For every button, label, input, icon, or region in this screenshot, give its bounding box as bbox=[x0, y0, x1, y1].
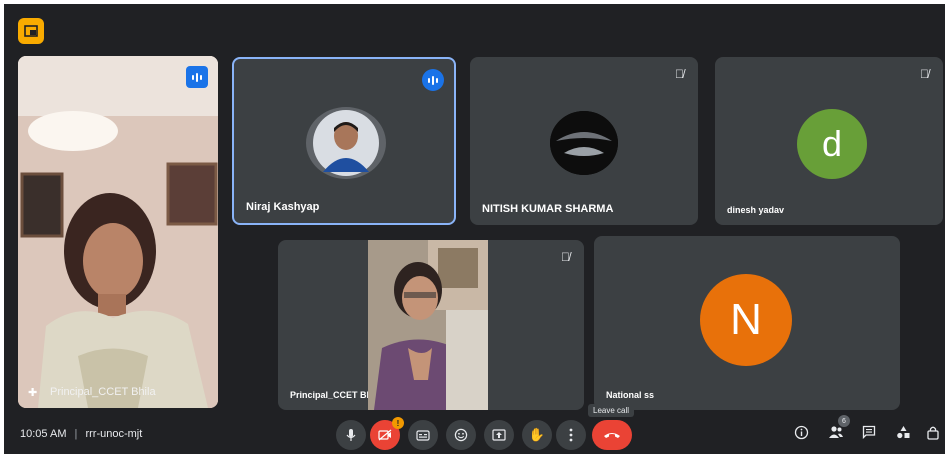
avatar: d bbox=[797, 109, 867, 179]
participants-count-badge: 6 bbox=[838, 415, 850, 427]
participant-video-feed bbox=[18, 56, 218, 408]
speaking-indicator bbox=[186, 66, 208, 88]
captions-button[interactable] bbox=[408, 420, 438, 450]
participant-name: Principal_CCET Bh bbox=[290, 390, 373, 400]
chat-button[interactable] bbox=[862, 425, 876, 443]
self-view-video[interactable] bbox=[368, 240, 488, 410]
meeting-details: 10:05 AM | rrr-unoc-mjt bbox=[20, 428, 142, 440]
participant-tile-nitish[interactable]: 🎙̸ NITISH KUMAR SHARMA bbox=[470, 57, 698, 225]
leave-call-tooltip: Leave call bbox=[588, 404, 635, 417]
participant-tile-dinesh[interactable]: 🎙̸ d dinesh yadav bbox=[715, 57, 943, 225]
mic-icon bbox=[346, 429, 356, 441]
notification-badge: ! bbox=[392, 417, 404, 429]
mic-off-icon: 🎙̸ bbox=[675, 67, 684, 81]
clock-time: 10:05 AM bbox=[20, 428, 67, 440]
captions-icon bbox=[416, 429, 430, 441]
present-button[interactable] bbox=[484, 420, 514, 450]
participant-name: Principal_CCET Bhila bbox=[50, 386, 156, 398]
pin-icon[interactable]: ✚ bbox=[28, 386, 37, 399]
participant-name: dinesh yadav bbox=[727, 205, 785, 215]
people-icon bbox=[829, 426, 843, 438]
mic-off-icon: 🎙̸ bbox=[920, 67, 929, 81]
participant-name: National ss bbox=[606, 390, 655, 400]
separator: | bbox=[74, 428, 78, 440]
emoji-button[interactable] bbox=[446, 420, 476, 450]
people-button[interactable] bbox=[828, 425, 844, 443]
participant-tile-niraj[interactable]: Niraj Kashyap bbox=[232, 57, 456, 225]
participant-tile-principal-video[interactable]: ✚ Principal_CCET Bhila bbox=[18, 56, 218, 408]
avatar: N bbox=[700, 274, 792, 366]
chat-icon bbox=[862, 425, 876, 440]
participants-count: 6 bbox=[842, 417, 846, 425]
picture-in-picture-icon bbox=[24, 25, 38, 37]
more-icon bbox=[569, 428, 573, 442]
avatar-letter: N bbox=[730, 295, 762, 344]
activities-button[interactable] bbox=[896, 425, 911, 443]
avatar-letter: d bbox=[821, 123, 843, 164]
emoji-icon bbox=[454, 428, 468, 442]
meeting-info-button[interactable] bbox=[794, 425, 809, 444]
pip-badge[interactable] bbox=[18, 18, 44, 44]
participant-tile-national[interactable]: N National ss bbox=[594, 236, 900, 410]
notification-count: ! bbox=[396, 418, 400, 428]
more-options-button[interactable] bbox=[556, 420, 586, 450]
avatar bbox=[306, 107, 386, 179]
meet-stage: ✚ Principal_CCET Bhila Niraj Kashyap 🎙̸ bbox=[4, 4, 945, 454]
tooltip-text: Leave call bbox=[593, 406, 630, 415]
host-controls-button[interactable] bbox=[926, 425, 940, 444]
leave-call-icon bbox=[604, 433, 620, 438]
camera-off-icon bbox=[378, 429, 392, 441]
raise-hand-icon: ✋ bbox=[528, 427, 546, 442]
participant-name: Niraj Kashyap bbox=[246, 201, 320, 213]
host-controls-icon bbox=[927, 426, 939, 440]
mic-button[interactable] bbox=[336, 420, 366, 450]
mic-off-icon: 🎙̸ bbox=[561, 250, 570, 264]
leave-call-button[interactable] bbox=[592, 420, 632, 450]
raise-hand-button[interactable]: ✋ bbox=[522, 420, 552, 450]
avatar bbox=[550, 111, 618, 175]
info-icon bbox=[794, 425, 809, 440]
present-icon bbox=[492, 429, 506, 441]
activities-icon bbox=[897, 426, 910, 439]
meeting-code[interactable]: rrr-unoc-mjt bbox=[85, 428, 142, 440]
speaking-indicator bbox=[422, 69, 444, 91]
participant-name: NITISH KUMAR SHARMA bbox=[482, 203, 614, 215]
